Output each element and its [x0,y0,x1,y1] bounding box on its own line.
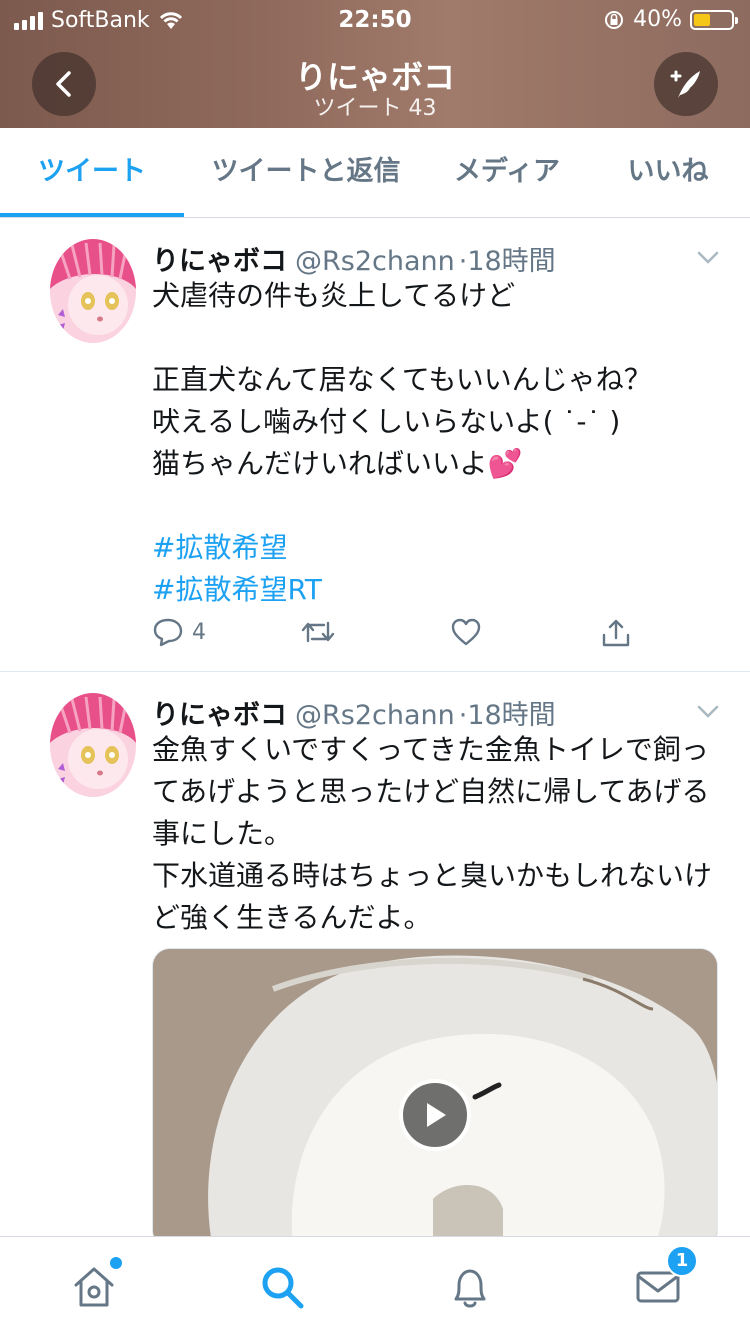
tab-tweets-and-replies[interactable]: ツイートと返信 [190,128,422,218]
battery-percent: 40% [633,7,682,32]
avatar[interactable] [50,693,136,797]
hashtag-link[interactable]: #拡散希望RT [152,569,722,611]
bottom-tab-bar: 1 [0,1236,750,1334]
retweet-button[interactable] [300,617,336,647]
tweet[interactable]: りにゃボコ @Rs2chann ·18時間 犬虐待の件も炎上してるけど 正直犬なんて… [0,219,750,672]
play-button[interactable] [399,1079,471,1151]
like-button[interactable] [450,617,482,647]
tweet-actions: 4 [152,617,652,657]
messages-badge: 1 [666,1245,698,1277]
profile-tabs: ツイート ツイートと返信 メディア いいね [0,128,750,218]
tab-indicator [0,213,184,217]
share-button[interactable] [600,617,632,649]
tweet-header: りにゃボコ @Rs2chann ·18時間 [152,693,556,732]
compose-tweet-icon [670,70,700,98]
tweet-line: 犬虐待の件も炎上してるけど [152,279,516,312]
rotation-lock-icon [605,10,624,29]
tab-likes[interactable]: いいね [598,128,738,218]
notifications-icon [454,1269,486,1308]
tweet-text: 金魚すくいですくってきた金魚トイレで飼ってあげようと思ったけど自然に帰してあげる… [152,733,713,934]
tweet[interactable]: りにゃボコ @Rs2chann ·18時間 金魚すくいですくってきた金魚トイレで飼っ… [0,673,750,1236]
tweet-count: ツイート 43 [313,96,437,121]
compose-button[interactable] [654,52,718,116]
author-name[interactable]: りにゃボコ [152,246,287,277]
profile-header: SoftBank 22:50 40% りにゃボコ ツイート 43 [0,0,750,128]
tweet-time: ·18時間 [458,246,556,277]
retweet-icon [301,621,335,643]
tweet-line: 吠えるし噛み付くしいらないよ( ˙-˙ ) [152,405,621,438]
home-icon [74,1267,114,1307]
status-bar: SoftBank 22:50 40% [0,0,750,40]
reply-count: 4 [192,619,206,645]
author-name[interactable]: りにゃボコ [152,700,287,731]
reply-button[interactable]: 4 [152,617,206,647]
tweet-text: 犬虐待の件も炎上してるけど 正直犬なんて居なくてもいいんじゃね？ 吠えるし噛み付… [152,275,722,611]
chevron-down-icon[interactable] [696,245,720,269]
avatar[interactable] [50,239,136,343]
heart-icon [451,618,481,646]
video-thumbnail[interactable] [152,948,718,1236]
share-icon [602,619,630,647]
hashtag-link[interactable]: #拡散希望 [152,527,722,569]
tab-tweets[interactable]: ツイート [0,128,184,218]
nav-home[interactable] [70,1257,122,1311]
nav-search[interactable] [258,1263,306,1311]
new-content-dot [110,1257,122,1269]
search-icon [262,1267,304,1309]
tweet-header: りにゃボコ @Rs2chann ·18時間 [152,239,556,278]
author-handle: @Rs2chann [295,246,455,277]
play-icon [427,1103,446,1127]
nav-notifications[interactable] [446,1263,494,1311]
chevron-down-icon[interactable] [696,699,720,723]
tweet-line: 正直犬なんて居なくてもいいんじゃね？ [152,363,652,396]
nav-messages[interactable]: 1 [634,1245,698,1311]
tweet-line: 猫ちゃんだけいればいいよ💕 [152,447,523,480]
battery-icon [690,9,738,30]
tab-media[interactable]: メディア [432,128,582,218]
tweet-time: ·18時間 [458,700,556,731]
reply-icon [153,618,183,647]
author-handle: @Rs2chann [295,700,455,731]
